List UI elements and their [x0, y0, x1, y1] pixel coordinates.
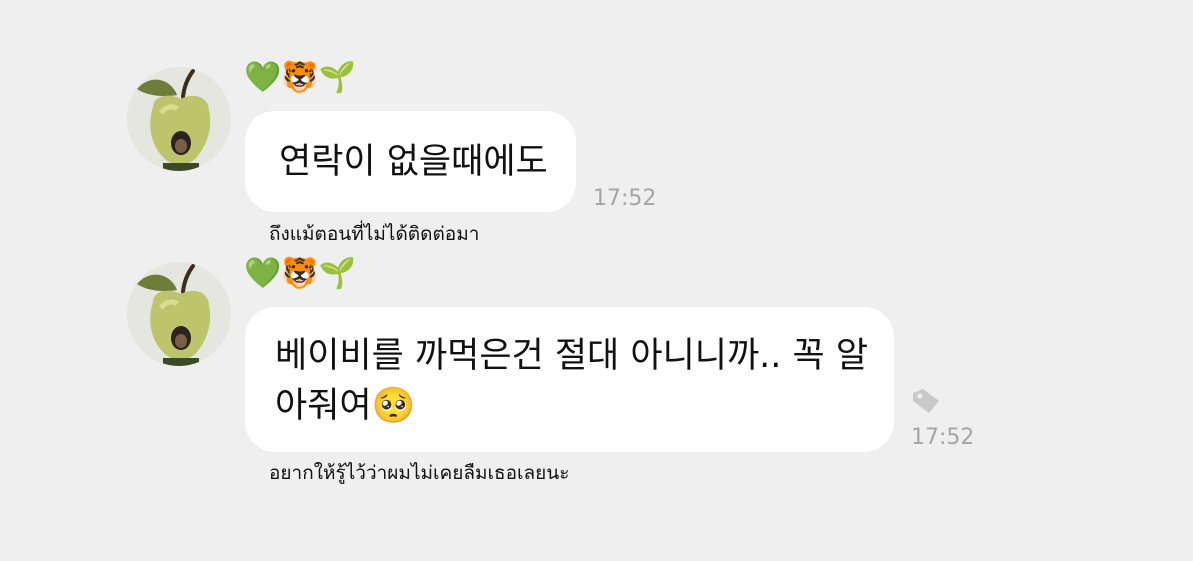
message-text-line-2: 아줘여🥺 — [275, 381, 894, 431]
message-timestamp: 17:52 — [911, 425, 975, 450]
tiger-face-emoji: 🐯 — [281, 60, 319, 95]
price-tag-icon[interactable] — [909, 387, 943, 415]
translation-caption: ถึงแม้ตอนที่ไม่ได้ติดต่อมา — [269, 223, 480, 245]
message-text: 아줘여 — [275, 386, 372, 426]
sender-name: 💚 🐯 🌱 — [244, 60, 356, 96]
apple-avatar-icon — [127, 262, 231, 366]
message-text-line-1: 베이비를 까먹은건 절대 아니니까.. 꼭 알 — [275, 336, 869, 376]
sender-avatar[interactable] — [127, 67, 231, 171]
green-heart-emoji: 💚 — [244, 60, 282, 95]
green-heart-emoji: 💚 — [244, 256, 282, 291]
sender-avatar[interactable] — [127, 262, 231, 366]
message-text: 연락이 없을때에도 — [279, 142, 548, 182]
apple-avatar-icon — [127, 67, 231, 171]
translation-caption: อยากให้รู้ไว้ว่าผมไม่เคยลืมเธอเลยนะ — [269, 462, 570, 484]
seedling-emoji: 🌱 — [318, 256, 357, 291]
seedling-emoji: 🌱 — [318, 60, 357, 95]
message-bubble[interactable]: 연락이 없을때에도 — [245, 111, 576, 212]
pleading-face-emoji: 🥺 — [371, 386, 416, 426]
message-bubble[interactable]: 베이비를 까먹은건 절대 아니니까.. 꼭 알 아줘여🥺 — [245, 307, 894, 452]
sender-name: 💚 🐯 🌱 — [244, 256, 356, 292]
tiger-face-emoji: 🐯 — [281, 256, 319, 291]
message-timestamp: 17:52 — [593, 186, 657, 211]
